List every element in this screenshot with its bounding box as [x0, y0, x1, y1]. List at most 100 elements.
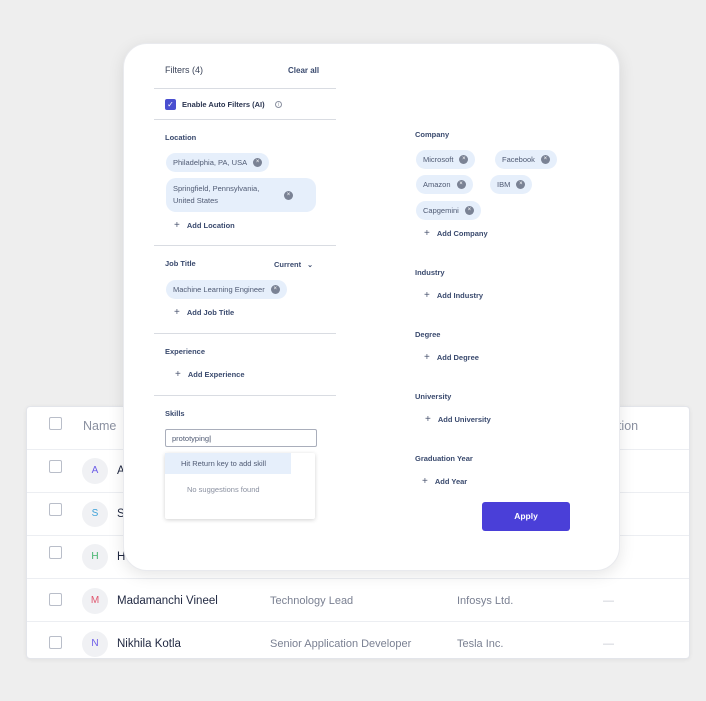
divider [154, 333, 336, 334]
chip-label: Facebook [502, 155, 535, 164]
column-header-name[interactable]: Name [83, 419, 116, 433]
candidate-title: Technology Lead [270, 595, 354, 607]
chip-label: Microsoft [423, 155, 454, 164]
remove-chip-icon[interactable]: × [284, 190, 293, 200]
candidate-company: Tesla Inc. [457, 638, 504, 650]
add-company-button[interactable]: + Add Company [424, 228, 488, 239]
row-checkbox[interactable] [49, 593, 62, 606]
company-chip: Microsoft × [416, 150, 476, 169]
table-row[interactable]: M Madamanchi Vineel Technology Lead Info… [27, 579, 689, 622]
candidate-company: Infosys Ltd. [457, 595, 514, 607]
row-checkbox[interactable] [49, 636, 62, 649]
avatar: H [82, 544, 108, 570]
avatar: A [82, 458, 108, 484]
remove-chip-icon[interactable]: × [253, 158, 263, 167]
add-skill-hint[interactable]: Hit Return key to add skill [165, 453, 291, 474]
remove-chip-icon[interactable]: × [540, 155, 550, 164]
plus-icon: + [424, 228, 430, 239]
plus-icon: + [174, 307, 180, 318]
no-suggestions-text: No suggestions found [187, 485, 260, 494]
skills-input-value: prototyping [172, 434, 210, 443]
job-title-mode-dropdown[interactable]: Current ⌄ [274, 260, 313, 269]
candidate-location: — [603, 595, 614, 607]
candidate-name[interactable]: Madamanchi Vineel [117, 595, 218, 607]
candidate-name[interactable]: Nikhila Kotla [117, 638, 181, 650]
location-title: Location [165, 133, 197, 142]
plus-icon: + [422, 476, 428, 487]
info-icon[interactable]: i [275, 101, 282, 108]
skills-input[interactable]: prototyping| [165, 429, 317, 447]
filters-title: Filters (4) [165, 65, 203, 75]
select-all-checkbox[interactable] [49, 417, 62, 430]
degree-title: Degree [415, 330, 441, 339]
chevron-down-icon: ⌄ [307, 261, 313, 269]
industry-title: Industry [415, 268, 445, 277]
chip-label: Amazon [423, 180, 451, 189]
add-university-label: Add University [437, 415, 491, 424]
location-chip: Springfield, Pennsylvania, United States… [166, 178, 316, 212]
plus-icon: + [174, 220, 180, 231]
apply-button[interactable]: Apply [482, 502, 570, 531]
add-industry-label: Add Industry [436, 291, 484, 300]
chip-label: Capgemini [423, 206, 459, 215]
add-location-button[interactable]: + Add Location [174, 220, 235, 231]
divider [154, 119, 336, 120]
remove-chip-icon[interactable]: × [456, 180, 466, 189]
graduation-year-title: Graduation Year [415, 454, 473, 463]
chip-label: Philadelphia, PA, USA [173, 158, 248, 167]
remove-chip-icon[interactable]: × [464, 206, 474, 215]
avatar: N [82, 631, 108, 657]
company-title: Company [415, 130, 450, 139]
job-title-title: Job Title [165, 259, 196, 268]
chip-label: Springfield, Pennsylvania, United States [173, 184, 260, 205]
divider [154, 245, 336, 246]
company-chip: IBM × [490, 175, 533, 194]
add-year-label: Add Year [434, 477, 468, 486]
add-job-title-button[interactable]: + Add Job Title [174, 307, 234, 318]
avatar-initial: M [90, 595, 100, 606]
add-degree-button[interactable]: + Add Degree [424, 352, 479, 363]
add-industry-button[interactable]: + Add Industry [424, 290, 483, 301]
skills-title: Skills [165, 409, 185, 418]
candidate-title: Senior Application Developer [270, 638, 412, 650]
chip-label: IBM [497, 180, 511, 189]
avatar: M [82, 588, 108, 614]
job-title-chip: Machine Learning Engineer × [166, 280, 287, 299]
row-checkbox[interactable] [49, 503, 62, 516]
company-chip: Capgemini × [416, 201, 481, 220]
auto-filters-checkbox[interactable]: ✓ [165, 99, 176, 110]
clear-all-button[interactable]: Clear all [288, 66, 319, 75]
plus-icon: + [425, 414, 431, 425]
skills-suggestions-dropdown: Hit Return key to add skill No suggestio… [165, 453, 315, 519]
plus-icon: + [424, 352, 430, 363]
add-company-label: Add Company [436, 229, 488, 238]
job-title-mode-label: Current [274, 260, 302, 269]
filters-panel: Filters (4) Clear all ✓ Enable Auto Filt… [123, 43, 620, 571]
auto-filters-label[interactable]: Enable Auto Filters (AI) [182, 100, 265, 109]
avatar-initial: H [91, 551, 99, 562]
avatar-initial: N [91, 638, 99, 649]
avatar-initial: A [91, 465, 99, 476]
add-job-title-label: Add Job Title [186, 308, 235, 317]
add-experience-label: Add Experience [187, 370, 245, 379]
row-checkbox[interactable] [49, 546, 62, 559]
table-row[interactable]: N Nikhila Kotla Senior Application Devel… [27, 622, 689, 658]
university-title: University [415, 392, 452, 401]
row-checkbox[interactable] [49, 460, 62, 473]
add-degree-label: Add Degree [436, 353, 479, 362]
add-university-button[interactable]: + Add University [425, 414, 491, 425]
company-chip: Amazon × [416, 175, 473, 194]
remove-chip-icon[interactable]: × [270, 285, 280, 294]
plus-icon: + [175, 369, 181, 380]
location-chip: Philadelphia, PA, USA × [166, 153, 270, 172]
divider [154, 88, 336, 89]
chip-label: Machine Learning Engineer [173, 285, 265, 294]
remove-chip-icon[interactable]: × [516, 180, 526, 189]
divider [154, 395, 336, 396]
add-year-button[interactable]: + Add Year [422, 476, 467, 487]
experience-title: Experience [165, 347, 206, 356]
avatar: S [82, 501, 108, 527]
remove-chip-icon[interactable]: × [459, 155, 469, 164]
avatar-initial: S [91, 508, 99, 519]
add-experience-button[interactable]: + Add Experience [175, 369, 245, 380]
